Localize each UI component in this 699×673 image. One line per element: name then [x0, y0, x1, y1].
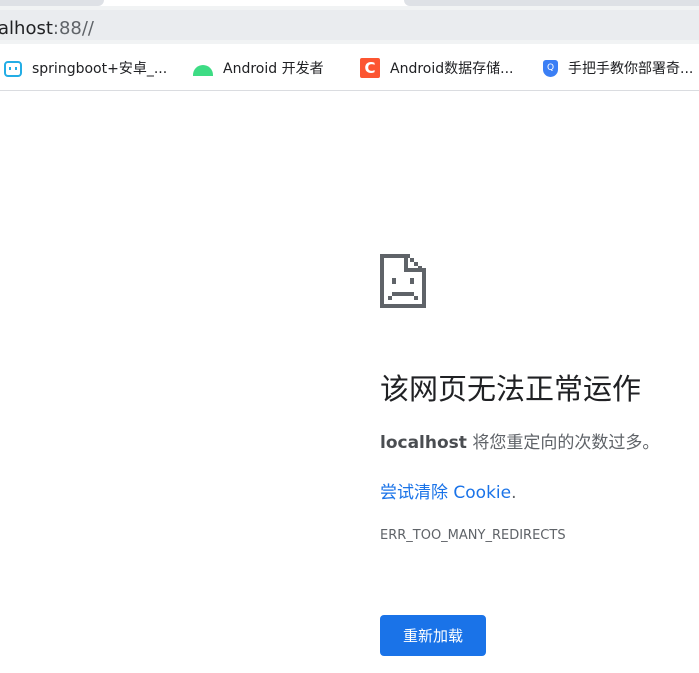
suggestion: 尝试清除 Cookie. [380, 478, 517, 503]
bookmark-deploy-guide[interactable]: Q 手把手教你部署奇... [543, 57, 693, 79]
error-message: 将您重定向的次数过多。 [466, 433, 660, 453]
sad-document-icon [380, 254, 426, 308]
clear-cookies-link[interactable]: 尝试清除 Cookie [380, 483, 511, 503]
bookmark-android-storage[interactable]: C Android数据存储... [360, 57, 513, 79]
bookmark-springboot[interactable]: springboot+安卓_... [4, 57, 167, 79]
bookmark-label: 手把手教你部署奇... [568, 61, 694, 77]
bilibili-icon [4, 61, 22, 77]
csdn-icon: C [360, 58, 380, 78]
url-rest: :88// [52, 18, 94, 39]
bookmark-label: Android数据存储... [390, 61, 514, 77]
shield-icon: Q [543, 59, 558, 77]
reload-button[interactable]: 重新加载 [380, 615, 486, 656]
address-bar: alhost:88// [0, 6, 699, 44]
error-title: 该网页无法正常运作 [380, 372, 642, 406]
bookmarks-bar: springboot+安卓_... Android 开发者 C Android数… [0, 47, 699, 91]
bookmark-label: springboot+安卓_... [32, 61, 168, 77]
error-host: localhost [380, 433, 467, 453]
url-text[interactable]: alhost:88// [0, 18, 94, 39]
url-host: alhost [0, 18, 53, 39]
error-description: localhost 将您重定向的次数过多。 [380, 428, 659, 453]
omnibox[interactable]: alhost:88// [0, 10, 699, 40]
bookmark-label: Android 开发者 [223, 61, 324, 77]
error-code: ERR_TOO_MANY_REDIRECTS [380, 528, 566, 543]
bookmark-android-developers[interactable]: Android 开发者 [193, 57, 324, 79]
android-icon [193, 64, 213, 76]
suggestion-period: . [511, 483, 517, 503]
